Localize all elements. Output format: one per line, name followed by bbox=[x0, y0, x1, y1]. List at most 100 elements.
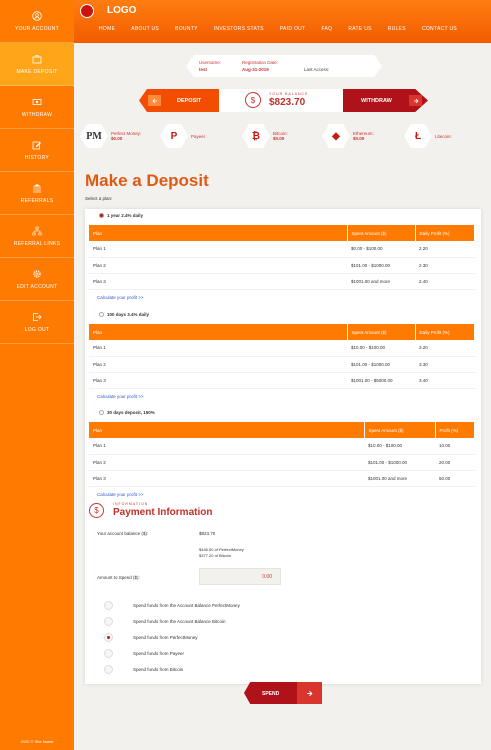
wallet-strip: PM Perfect Money: $0.00 P Payeer ₿ Bitcoi… bbox=[80, 124, 480, 148]
option-radio[interactable] bbox=[104, 601, 113, 610]
spend-option[interactable]: Spend funds from the Account Balance Per… bbox=[104, 601, 240, 610]
sidebar-item-label: REFERRALS bbox=[20, 198, 54, 204]
table-row: Plan 2 $101.00 - $1000.00 3.30 bbox=[89, 356, 475, 373]
sidebar: YOUR ACCOUNT MAKE DEPOSIT WITHDRAW HISTO… bbox=[0, 0, 74, 750]
option-label: Spend funds from the Account Balance Per… bbox=[133, 603, 240, 608]
gear-icon bbox=[31, 268, 43, 280]
calculate-profit-link[interactable]: Calculate your profit >> bbox=[97, 394, 144, 399]
wallet-name: Litecoin: bbox=[435, 133, 452, 139]
cell: 3.30 bbox=[415, 356, 475, 373]
table-row: Plan 1 $0.00 - $100.00 2.20 bbox=[89, 241, 475, 258]
logo-icon[interactable] bbox=[80, 4, 94, 18]
wallet-name: Payeer bbox=[191, 133, 206, 139]
option-label: Spend funds from the Account Balance Bit… bbox=[133, 619, 226, 624]
bitcoin-icon: ₿ bbox=[242, 124, 270, 148]
spend-label: SPEND bbox=[262, 691, 280, 697]
cell: 20.00 bbox=[435, 454, 475, 471]
cell: $101.00 - $1000.00 bbox=[347, 356, 415, 373]
cell: 50.00 bbox=[435, 470, 475, 487]
cell: 2.30 bbox=[415, 257, 475, 274]
spend-option[interactable]: Spend funds from the Account Balance Bit… bbox=[104, 617, 226, 626]
plan-radio[interactable] bbox=[99, 213, 104, 218]
amount-label: Amount to Spend ($): bbox=[97, 575, 140, 580]
spend-option[interactable]: Spend funds from Bitcoin bbox=[104, 665, 183, 674]
sidebar-item-withdraw[interactable]: WITHDRAW bbox=[0, 86, 74, 129]
cell: 10.00 bbox=[435, 438, 475, 455]
sidebar-item-label: YOUR ACCOUNT bbox=[15, 26, 59, 32]
sidebar-item-label: REFERRAL LINKS bbox=[13, 241, 61, 247]
plan-option-1[interactable]: 1 year 2.4% daily bbox=[99, 213, 143, 218]
option-radio[interactable] bbox=[104, 665, 113, 674]
withdraw-button[interactable]: WITHDRAW bbox=[343, 89, 428, 112]
nav-rules[interactable]: RULES bbox=[388, 26, 406, 32]
sidebar-item-referrals[interactable]: REFERRALS bbox=[0, 172, 74, 215]
cell: Plan 3 bbox=[89, 273, 347, 290]
nav-home[interactable]: HOME bbox=[99, 26, 115, 32]
table-row: Plan 1 $10.00 - $100.00 3.20 bbox=[89, 340, 475, 357]
deposit-button[interactable]: DEPOSIT bbox=[139, 89, 219, 112]
sidebar-item-your-account[interactable]: YOUR ACCOUNT bbox=[0, 0, 74, 43]
nav-investors-stats[interactable]: INVESTORS STATS bbox=[214, 26, 264, 32]
plan-option-3[interactable]: 30 days deposit, 150% bbox=[99, 410, 155, 415]
cell: Plan 2 bbox=[89, 257, 347, 274]
nav-contact-us[interactable]: CONTACT US bbox=[422, 26, 457, 32]
logo-text[interactable]: LOGO bbox=[107, 5, 136, 16]
balance-label: YOUR BALANCE bbox=[269, 92, 309, 96]
col-profit: Profit (%) bbox=[435, 422, 475, 438]
cell: Plan 3 bbox=[89, 372, 347, 389]
option-radio[interactable] bbox=[104, 649, 113, 658]
option-radio[interactable] bbox=[104, 633, 113, 642]
cell: $1001.00 and more bbox=[364, 470, 435, 487]
col-spent: Spent Amount ($) bbox=[364, 422, 436, 438]
wallet-bitcoin: ₿ Bitcoin: $0.00 bbox=[242, 124, 288, 148]
table-row: Plan 3 $1001.00 and more 2.40 bbox=[89, 273, 475, 290]
table-row: Plan 2 $101.00 - $1000.00 20.00 bbox=[89, 454, 475, 471]
cell: Plan 1 bbox=[89, 241, 347, 258]
ethereum-icon: ◆ bbox=[322, 124, 350, 148]
spend-option[interactable]: Spend funds from Payeer bbox=[104, 649, 184, 658]
payment-subtitle: INFORMATION bbox=[113, 502, 149, 506]
sidebar-item-log-out[interactable]: LOG OUT bbox=[0, 301, 74, 344]
cell: $10.00 - $100.00 bbox=[364, 438, 435, 455]
plan-option-2[interactable]: 100 days 3.4% daily bbox=[99, 312, 149, 317]
plan-radio[interactable] bbox=[99, 410, 104, 415]
username-value: test bbox=[199, 67, 208, 72]
bank-icon bbox=[31, 182, 43, 194]
plan-name: 100 days 3.4% daily bbox=[107, 312, 150, 317]
cell: Plan 2 bbox=[89, 356, 347, 373]
option-radio[interactable] bbox=[104, 617, 113, 626]
col-plan: Plan bbox=[89, 324, 348, 340]
cell: $0.00 - $100.00 bbox=[347, 241, 415, 258]
cell: $101.00 - $1000.00 bbox=[347, 257, 415, 274]
dollar-icon: $ bbox=[89, 503, 104, 518]
nav-bounty[interactable]: BOUNTY bbox=[175, 26, 198, 32]
sidebar-item-label: MAKE DEPOSIT bbox=[16, 69, 58, 75]
page-title: Make a Deposit bbox=[85, 171, 209, 190]
amount-input[interactable]: 0.00 bbox=[199, 568, 281, 585]
sidebar-item-history[interactable]: HISTORY bbox=[0, 129, 74, 172]
payment-title: Payment Information bbox=[113, 507, 213, 518]
plan-radio[interactable] bbox=[99, 312, 104, 317]
cell: Plan 1 bbox=[89, 340, 347, 357]
sidebar-item-edit-account[interactable]: EDIT ACCOUNT bbox=[0, 258, 74, 301]
nav-rate-us[interactable]: RATE US bbox=[348, 26, 371, 32]
spend-button[interactable]: SPEND bbox=[244, 682, 322, 704]
sidebar-item-make-deposit[interactable]: MAKE DEPOSIT bbox=[0, 43, 74, 86]
calculate-profit-link[interactable]: Calculate your profit >> bbox=[97, 492, 144, 497]
pm-balance-detail: $446.50 of PerfectMoney bbox=[199, 547, 244, 552]
spend-option[interactable]: Spend funds from PerfectMoney bbox=[104, 633, 198, 642]
table-row: Plan 3 $1001.00 and more 50.00 bbox=[89, 470, 475, 487]
deposit-label: DEPOSIT bbox=[177, 98, 202, 104]
table-row: Plan 3 $1001.00 - $5000.00 3.40 bbox=[89, 372, 475, 389]
sidebar-item-referral-links[interactable]: REFERRAL LINKS bbox=[0, 215, 74, 258]
copyright: 2020 © Site Name bbox=[20, 739, 54, 744]
nav-about-us[interactable]: ABOUT US bbox=[131, 26, 159, 32]
col-spent: Spent Amount ($) bbox=[347, 324, 416, 340]
balance-display: $ YOUR BALANCE $823.70 bbox=[219, 89, 343, 112]
table-row: Plan 2 $101.00 - $1000.00 2.30 bbox=[89, 257, 475, 274]
nav-faq[interactable]: FAQ bbox=[321, 26, 332, 32]
plan-table-2: Plan Spent Amount ($) Daily Profit (%) Pla… bbox=[89, 324, 475, 389]
nav-paid-out[interactable]: PAID OUT bbox=[280, 26, 306, 32]
cell: $101.00 - $1000.00 bbox=[364, 454, 435, 471]
calculate-profit-link[interactable]: Calculate your profit >> bbox=[97, 295, 144, 300]
